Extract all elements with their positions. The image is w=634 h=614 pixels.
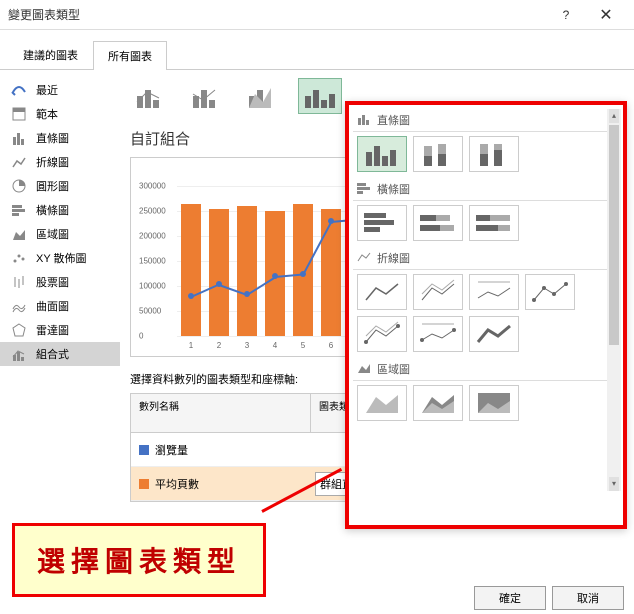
ok-button[interactable]: 確定 [474, 586, 546, 610]
tab-recommended[interactable]: 建議的圖表 [8, 40, 93, 69]
chart-option-line[interactable] [357, 274, 407, 310]
chart-option-stacked-line-markers[interactable] [357, 316, 407, 352]
combo-chart-icon [10, 346, 28, 362]
sidebar-item-label: 直條圖 [36, 130, 69, 146]
sidebar-item-label: 橫條圖 [36, 202, 69, 218]
scrollbar-thumb[interactable] [609, 125, 619, 345]
chart-option-clustered-bar[interactable] [357, 205, 407, 241]
sidebar-item-bar[interactable]: 橫條圖 [0, 198, 120, 222]
sidebar-item-label: 曲面圖 [36, 298, 69, 314]
annotation-callout: 選擇圖表類型 [12, 523, 266, 597]
surface-chart-icon [10, 298, 28, 314]
sidebar-item-surface[interactable]: 曲面圖 [0, 294, 120, 318]
sidebar-item-label: XY 散佈圖 [36, 250, 87, 266]
pie-chart-icon [10, 178, 28, 194]
sidebar-item-label: 圓形圖 [36, 178, 69, 194]
dropdown-scrollbar[interactable]: ▴ ▾ [607, 109, 621, 491]
sidebar-item-stock[interactable]: 股票圖 [0, 270, 120, 294]
chart-option-stacked-area[interactable] [413, 385, 463, 421]
chart-option-100stacked-bar[interactable] [469, 205, 519, 241]
scatter-chart-icon [10, 250, 28, 266]
chart-option-stacked-bar[interactable] [413, 205, 463, 241]
sidebar-item-label: 組合式 [36, 346, 69, 362]
recent-icon [10, 82, 28, 98]
cancel-button[interactable]: 取消 [552, 586, 624, 610]
chart-option-line-markers[interactable] [525, 274, 575, 310]
stock-chart-icon [10, 274, 28, 290]
line-chart-icon [10, 154, 28, 170]
window-title: 變更圖表類型 [8, 6, 546, 23]
sidebar-item-area[interactable]: 區域圖 [0, 222, 120, 246]
dropdown-group-label: 橫條圖 [377, 181, 410, 197]
sidebar-item-recent[interactable]: 最近 [0, 78, 120, 102]
scroll-down-icon[interactable]: ▾ [609, 477, 619, 491]
template-icon [10, 106, 28, 122]
sidebar-item-label: 最近 [36, 82, 58, 98]
area-chart-icon [10, 226, 28, 242]
bar-chart-icon [357, 182, 371, 197]
chart-option-clustered-column[interactable] [357, 136, 407, 172]
bar-chart-icon [10, 202, 28, 218]
sidebar-item-radar[interactable]: 雷達圖 [0, 318, 120, 342]
sidebar-item-column[interactable]: 直條圖 [0, 126, 120, 150]
sidebar-item-label: 區域圖 [36, 226, 69, 242]
chart-option-area[interactable] [357, 385, 407, 421]
chart-option-100stacked-line[interactable] [469, 274, 519, 310]
sidebar-item-label: 股票圖 [36, 274, 69, 290]
chart-category-sidebar: 最近 範本 直條圖 折線圖 圓形圖 橫條圖 區域圖 XY 散佈圖 股票圖 曲面圖… [0, 70, 120, 570]
close-button[interactable]: ✕ [586, 1, 626, 29]
series-name-label: 瀏覽量 [155, 442, 188, 458]
sidebar-item-line[interactable]: 折線圖 [0, 150, 120, 174]
radar-chart-icon [10, 322, 28, 338]
sidebar-item-combo[interactable]: 組合式 [0, 342, 120, 366]
chart-type-dropdown: 直條圖 橫條圖 折線圖 區域圖 [345, 101, 627, 529]
series-color-swatch [139, 445, 149, 455]
sidebar-item-templates[interactable]: 範本 [0, 102, 120, 126]
sidebar-item-label: 雷達圖 [36, 322, 69, 338]
chart-option-100stacked-area[interactable] [469, 385, 519, 421]
sidebar-item-pie[interactable]: 圓形圖 [0, 174, 120, 198]
chart-option-100stacked-line-markers[interactable] [413, 316, 463, 352]
area-chart-icon [357, 362, 371, 377]
tab-all[interactable]: 所有圖表 [93, 41, 167, 70]
combo-subtype-custom[interactable] [298, 78, 342, 114]
sidebar-item-scatter[interactable]: XY 散佈圖 [0, 246, 120, 270]
dropdown-group-label: 折線圖 [377, 250, 410, 266]
column-chart-icon [10, 130, 28, 146]
col-header-name: 數列名稱 [131, 394, 311, 432]
column-chart-icon [357, 113, 371, 128]
help-button[interactable]: ? [546, 1, 586, 29]
line-chart-icon [357, 251, 371, 266]
scroll-up-icon[interactable]: ▴ [609, 109, 619, 123]
sidebar-item-label: 範本 [36, 106, 58, 122]
chart-option-3d-line[interactable] [469, 316, 519, 352]
series-color-swatch [139, 479, 149, 489]
chart-option-100stacked-column[interactable] [469, 136, 519, 172]
combo-subtype-3[interactable] [242, 78, 286, 114]
chart-option-stacked-column[interactable] [413, 136, 463, 172]
dropdown-group-label: 直條圖 [377, 112, 410, 128]
dropdown-group-label: 區域圖 [377, 361, 410, 377]
sidebar-item-label: 折線圖 [36, 154, 69, 170]
chart-option-stacked-line[interactable] [413, 274, 463, 310]
combo-subtype-2[interactable] [186, 78, 230, 114]
series-name-label: 平均頁數 [155, 476, 199, 492]
combo-subtype-1[interactable] [130, 78, 174, 114]
